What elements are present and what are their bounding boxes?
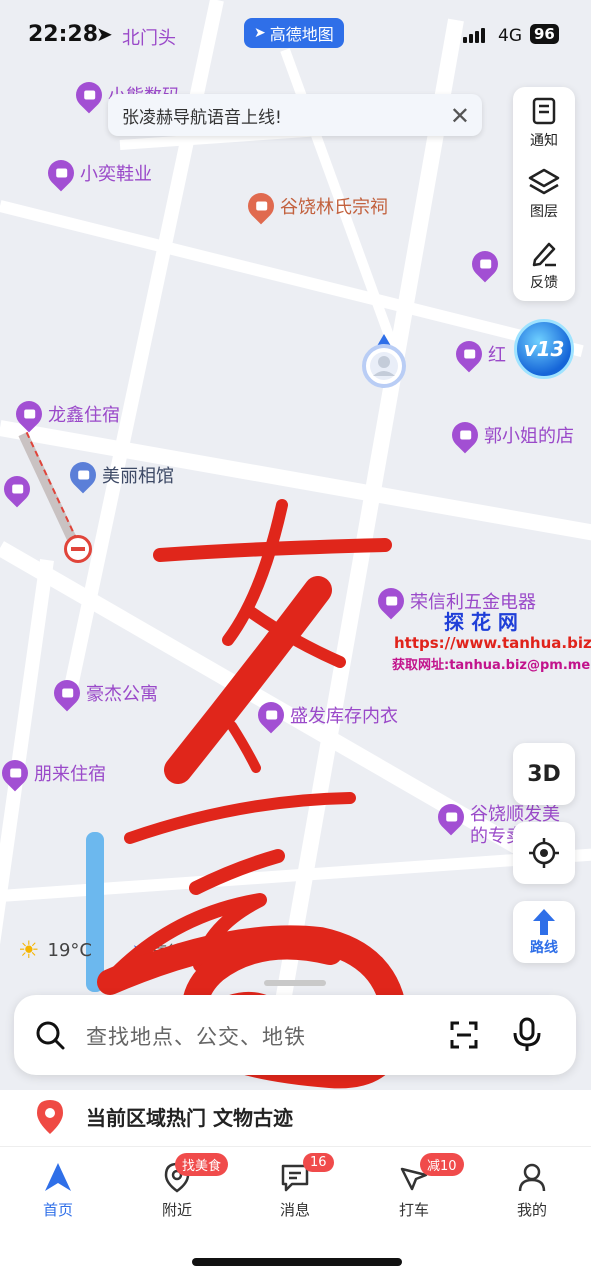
map-top-label: 北门头 xyxy=(122,28,176,49)
route-arrow-icon xyxy=(533,909,555,935)
search-bar[interactable]: 查找地点、公交、地铁 xyxy=(14,995,576,1075)
clock: 22:28 xyxy=(28,22,99,47)
home-indicator[interactable] xyxy=(192,1258,402,1266)
search-icon xyxy=(36,1021,65,1050)
layers-button[interactable]: 图层 xyxy=(513,158,575,229)
crosshair-icon xyxy=(529,838,559,868)
tab-home[interactable]: 首页 xyxy=(18,1161,98,1220)
microphone-icon[interactable] xyxy=(512,1017,542,1053)
map-pin-icon xyxy=(37,1100,63,1134)
map-canvas[interactable]: 小熊数码 小奕鞋业 谷饶林氏宗祠 红 龙鑫住宿 美丽相馆 郭小姐的店 荣信利五金… xyxy=(0,0,591,1090)
close-icon[interactable]: ✕ xyxy=(450,102,470,130)
navigation-arrow-icon: ➤ xyxy=(254,25,266,41)
messages-badge: 16 xyxy=(303,1153,334,1172)
pencil-icon xyxy=(532,242,556,266)
nearby-badge: 找美食 xyxy=(175,1153,229,1176)
red-scribble-annotation xyxy=(97,499,408,1089)
navigation-arrow-icon xyxy=(45,1163,71,1191)
watermark-url: https://www.tanhua.biz xyxy=(394,634,591,652)
user-icon xyxy=(518,1163,546,1192)
app-badge[interactable]: ➤ 高德地图 xyxy=(244,18,344,48)
notify-button[interactable]: 通知 xyxy=(513,87,575,158)
taxi-badge: 减10 xyxy=(420,1153,464,1176)
map-toolbox: 通知 图层 反馈 xyxy=(513,87,575,301)
status-bar: 22:28 ➤ 北门头 ➤ 高德地图 4G 96 xyxy=(0,16,591,56)
tab-messages[interactable]: 16 消息 xyxy=(255,1153,335,1220)
tab-nearby[interactable]: 找美食 附近 xyxy=(137,1153,229,1220)
document-icon xyxy=(532,97,556,124)
location-arrow-icon: ➤ xyxy=(96,22,113,46)
scan-icon[interactable] xyxy=(448,1019,480,1051)
watermark-contact: 获取网址:tanhua.biz@pm.me xyxy=(392,658,591,673)
tab-taxi[interactable]: 减10 打车 xyxy=(374,1153,464,1220)
search-input[interactable]: 查找地点、公交、地铁 xyxy=(86,1021,306,1051)
signal-icon xyxy=(463,28,485,43)
3d-button[interactable]: 3D xyxy=(513,743,575,805)
drawer-handle[interactable] xyxy=(264,980,326,986)
layers-icon xyxy=(528,168,560,194)
route-button[interactable]: 路线 xyxy=(513,901,575,963)
hot-area-row[interactable]: 当前区域热门 文物古迹 xyxy=(0,1090,591,1146)
network-type: 4G xyxy=(498,26,522,46)
voice-notice-banner[interactable]: 张凌赫导航语音上线! ✕ xyxy=(108,94,482,136)
tab-mine[interactable]: 我的 xyxy=(492,1161,572,1220)
feedback-button[interactable]: 反馈 xyxy=(513,229,575,300)
watermark-title: 探 花 网 xyxy=(444,610,518,634)
battery-level: 96 xyxy=(530,24,559,44)
locate-button[interactable] xyxy=(513,822,575,884)
